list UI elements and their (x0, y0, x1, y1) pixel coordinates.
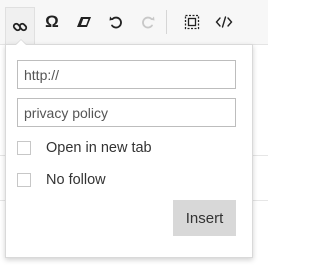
redo-icon (140, 14, 156, 30)
open-new-tab-option[interactable]: Open in new tab (17, 138, 152, 158)
open-new-tab-label: Open in new tab (46, 140, 152, 156)
open-new-tab-checkbox[interactable] (17, 141, 31, 155)
url-input[interactable] (17, 60, 236, 89)
popup-arrow-inner (16, 40, 26, 45)
no-follow-label: No follow (46, 172, 106, 188)
code-icon (215, 15, 233, 29)
link-popup: Open in new tab No follow Insert (5, 44, 253, 258)
omega-icon: Ω (45, 12, 59, 31)
link-icon (12, 19, 28, 35)
no-follow-checkbox[interactable] (17, 173, 31, 187)
special-characters-button[interactable]: Ω (37, 7, 67, 37)
source-code-button[interactable] (209, 7, 239, 37)
undo-button[interactable] (101, 7, 131, 37)
clear-formatting-button[interactable] (69, 7, 99, 37)
redo-button[interactable] (133, 7, 163, 37)
no-follow-option[interactable]: No follow (17, 170, 106, 190)
link-text-input[interactable] (17, 98, 236, 127)
eraser-icon (76, 15, 92, 29)
toolbar-separator (166, 10, 167, 34)
select-all-icon (184, 14, 200, 30)
select-all-button[interactable] (177, 7, 207, 37)
undo-icon (108, 14, 124, 30)
insert-button[interactable]: Insert (173, 200, 236, 236)
editor-toolbar: Ω (0, 0, 268, 45)
